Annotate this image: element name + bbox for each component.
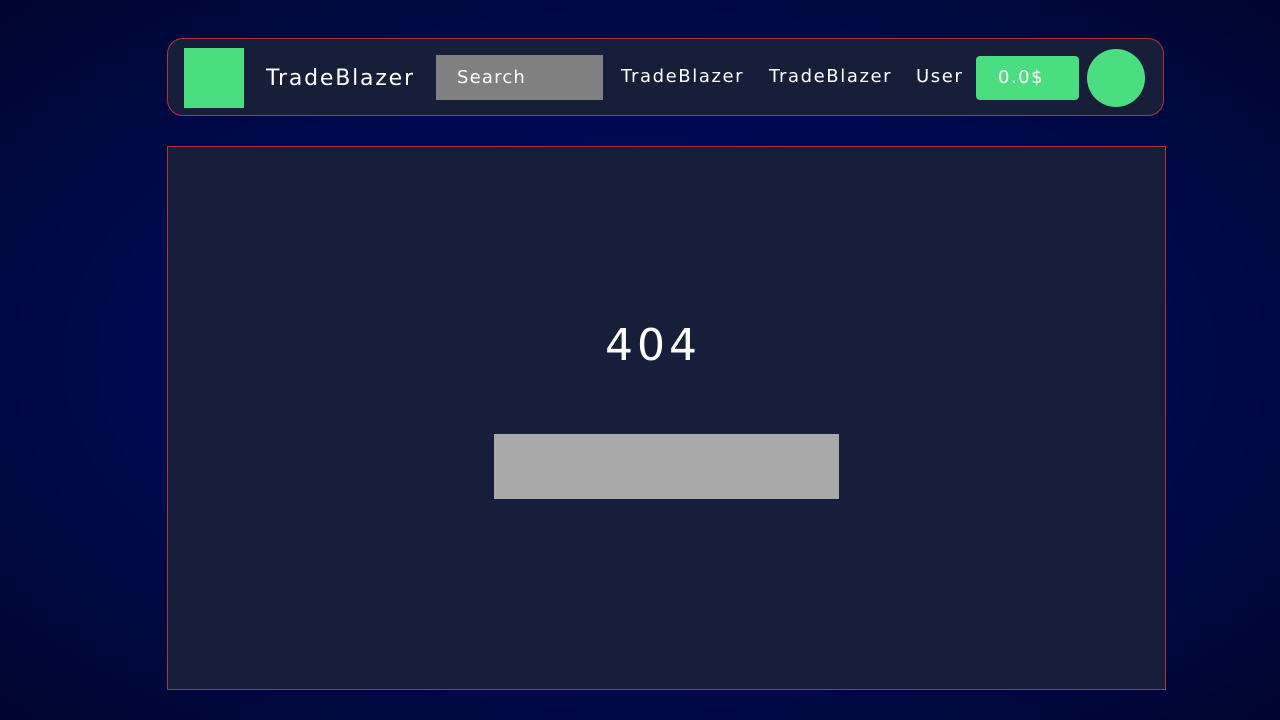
search-input[interactable]: Search — [436, 55, 603, 100]
main-content-panel: 404 — [167, 146, 1166, 690]
nav-link-user[interactable]: User — [916, 65, 963, 89]
home-action-button[interactable] — [494, 434, 839, 499]
logo-block[interactable] — [184, 48, 244, 108]
search-placeholder: Search — [457, 67, 527, 88]
nav-link-tradeblazer-1[interactable]: TradeBlazer — [621, 65, 744, 89]
avatar-icon[interactable] — [1087, 49, 1145, 107]
brand-name[interactable]: TradeBlazer — [266, 64, 415, 94]
top-navbar: TradeBlazer Search TradeBlazer TradeBlaz… — [167, 38, 1164, 116]
nav-link-tradeblazer-2[interactable]: TradeBlazer — [769, 65, 892, 89]
error-code-heading: 404 — [605, 320, 701, 371]
balance-button[interactable]: 0.0$ — [976, 56, 1079, 100]
